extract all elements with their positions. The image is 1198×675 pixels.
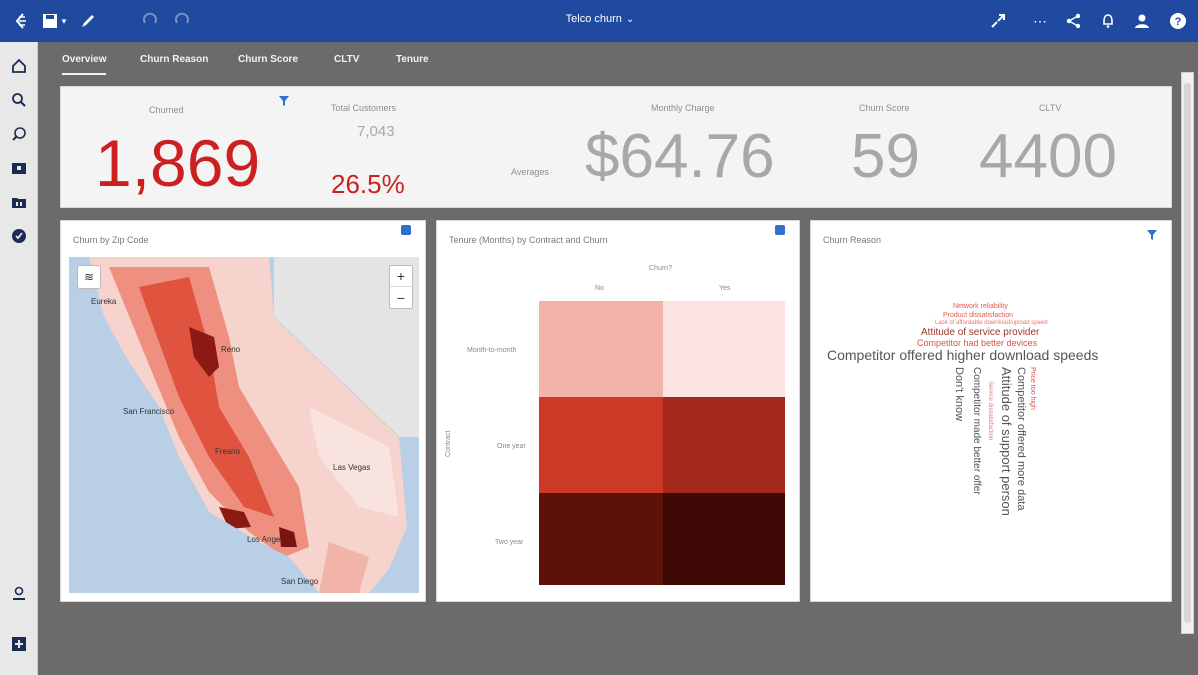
my-content-icon[interactable] (9, 192, 29, 212)
home-icon[interactable] (9, 56, 29, 76)
card-settings-icon[interactable] (401, 225, 411, 235)
kpi-panel: Churned 1,869 Total Customers 7,043 26.5… (60, 86, 1172, 208)
city-label: Fresno (215, 447, 240, 456)
edit-icon[interactable] (78, 11, 98, 31)
column-header: Churn? (649, 265, 672, 272)
total-customers-value: 7,043 (357, 123, 395, 140)
word: Competitor offered higher download speed… (827, 347, 1099, 363)
recent-icon[interactable] (9, 226, 29, 246)
map-card-title: Churn by Zip Code (73, 235, 149, 245)
city-label: Las Vegas (333, 463, 371, 472)
more-icon[interactable]: ⋯ (1030, 11, 1050, 31)
city-label: Reno (221, 345, 241, 354)
row-label: One year (497, 443, 526, 450)
share-icon[interactable] (1064, 11, 1084, 31)
dashboard-title[interactable]: Telco churn ⌄ (540, 13, 660, 25)
top-bar: ▾ Telco churn ⌄ ⋯ ? (0, 0, 1198, 42)
y-axis-label: Contract (445, 430, 452, 457)
city-label: Los Angeles (247, 535, 291, 544)
city-label: San Francisco (123, 407, 175, 416)
save-icon[interactable] (40, 11, 60, 31)
help-icon[interactable]: ? (1168, 11, 1188, 31)
row-label: Month-to-month (467, 347, 517, 354)
city-label: Eureka (91, 297, 117, 306)
cltv-value: 4400 (979, 122, 1117, 191)
zoom-out-button[interactable]: − (390, 287, 412, 308)
tab-tenure[interactable]: Tenure (396, 54, 429, 65)
save-dropdown-icon[interactable]: ▾ (58, 11, 70, 31)
churn-score-value: 59 (851, 122, 920, 191)
tab-churn-reason[interactable]: Churn Reason (140, 54, 208, 65)
word: Lack of affordable download/upload speed (935, 320, 1048, 326)
user-icon[interactable] (1132, 11, 1152, 31)
word: Competitor made better offer (971, 367, 982, 495)
tab-bar: Overview Churn Reason Churn Score CLTV T… (38, 42, 1198, 76)
filter-icon[interactable] (279, 93, 289, 106)
heatmap-cell[interactable] (539, 397, 663, 493)
tab-overview[interactable]: Overview (62, 54, 107, 75)
word: Network reliability (953, 303, 1008, 310)
svg-text:?: ? (1175, 16, 1182, 28)
heatmap-cell[interactable] (663, 397, 785, 493)
map-card: Churn by Zip Code ≋ + − Eureka Reno San … (60, 220, 426, 602)
chevron-down-icon: ⌄ (625, 14, 635, 25)
redo-icon[interactable] (172, 11, 192, 31)
heatmap-cell[interactable] (539, 493, 663, 585)
explore-icon[interactable] (9, 124, 29, 144)
churn-map[interactable]: ≋ + − Eureka Reno San Francisco Fresno L… (69, 257, 419, 593)
heatmap-cell[interactable] (539, 301, 663, 397)
total-customers-label: Total Customers (331, 103, 397, 113)
fullscreen-icon[interactable] (988, 11, 1008, 31)
team-content-icon[interactable] (9, 158, 29, 178)
word: Price too high (1029, 367, 1036, 410)
word: Competitor offered more data (1015, 367, 1027, 511)
wordcloud-card: Churn Reason Network reliability Product… (810, 220, 1172, 602)
zoom-controls: + − (389, 265, 413, 309)
filter-icon[interactable] (1147, 227, 1157, 240)
undo-icon[interactable] (140, 11, 160, 31)
churned-value: 1,869 (95, 126, 261, 200)
word: Service dissatisfaction (987, 381, 993, 441)
averages-label: Averages (511, 167, 549, 177)
word: Don't know (953, 367, 965, 422)
churned-label: Churned (149, 105, 184, 115)
card-settings-icon[interactable] (775, 225, 785, 235)
heatmap-cell[interactable] (663, 301, 785, 397)
back-icon[interactable] (10, 11, 30, 31)
notifications-icon[interactable] (1098, 11, 1118, 31)
cltv-label: CLTV (1039, 103, 1062, 113)
monthly-charge-label: Monthly Charge (651, 103, 715, 113)
left-sidebar (0, 42, 38, 675)
scrollbar-thumb[interactable] (1184, 83, 1191, 623)
row-label: Two year (495, 539, 524, 546)
heatmap-card: Tenure (Months) by Contract and Churn Ch… (436, 220, 800, 602)
column-label: Yes (719, 285, 731, 292)
churn-score-label: Churn Score (859, 103, 910, 113)
new-icon[interactable] (9, 634, 29, 654)
word: Product dissatisfaction (943, 312, 1014, 319)
user-admin-icon[interactable] (9, 584, 29, 604)
canvas-scrollbar[interactable] (1181, 72, 1194, 634)
layers-icon[interactable]: ≋ (77, 265, 101, 289)
heatmap-card-title: Tenure (Months) by Contract and Churn (449, 235, 608, 245)
word: Attitude of service provider (921, 327, 1040, 338)
tab-cltv[interactable]: CLTV (334, 54, 359, 65)
city-label: San Diego (281, 577, 319, 586)
search-icon[interactable] (9, 90, 29, 110)
word: Attitude of support person (999, 367, 1014, 516)
column-label: No (595, 285, 604, 292)
churn-rate-value: 26.5% (331, 169, 405, 199)
wordcloud-card-title: Churn Reason (823, 235, 882, 245)
monthly-charge-value: $64.76 (585, 122, 775, 191)
dashboard-title-text: Telco churn (565, 13, 622, 25)
zoom-in-button[interactable]: + (390, 266, 412, 287)
heatmap-cell[interactable] (663, 493, 785, 585)
tab-churn-score[interactable]: Churn Score (238, 54, 298, 65)
california-map-shape (69, 257, 419, 593)
